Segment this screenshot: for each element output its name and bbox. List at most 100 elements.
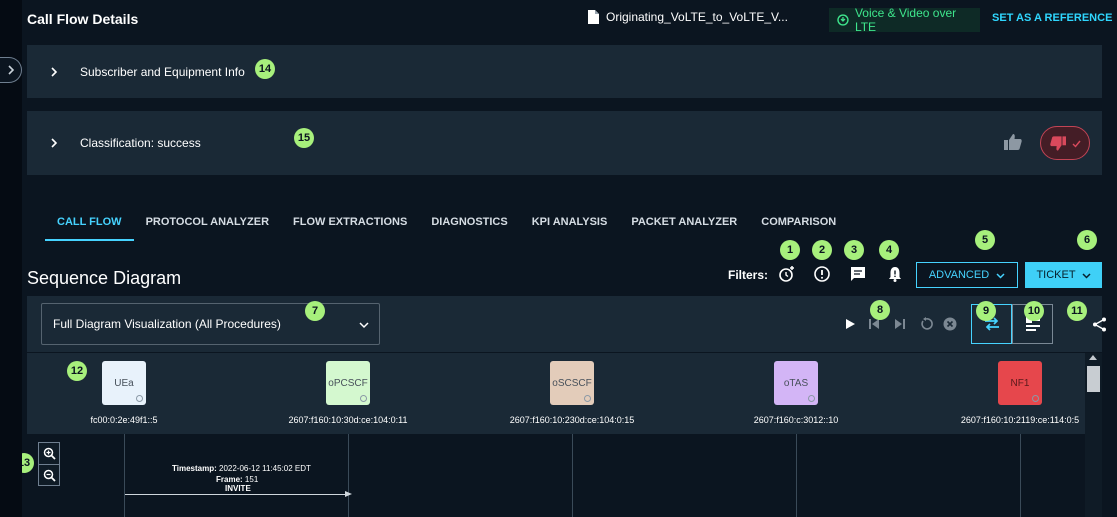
set-reference-link[interactable]: SET AS A REFERENCE	[992, 12, 1112, 24]
sidebar-expand-button[interactable]	[0, 57, 22, 83]
tab-flow-extractions[interactable]: FLOW EXTRACTIONS	[281, 206, 419, 241]
zoom-out-icon	[43, 469, 56, 482]
zoom-in-icon	[43, 447, 56, 460]
tab-kpi-analysis[interactable]: KPI ANALYSIS	[520, 206, 620, 241]
diagram-scrollbar[interactable]	[1085, 353, 1102, 517]
message-name[interactable]: INVITE	[225, 484, 251, 493]
subscriber-panel[interactable]: Subscriber and Equipment Info	[27, 45, 1102, 98]
lifeline	[348, 434, 349, 517]
message-timestamp: Timestamp: 2022-06-12 11:45:02 EDT	[172, 464, 311, 473]
checkmark-icon	[1072, 140, 1081, 148]
arrow-head-icon	[345, 491, 352, 497]
ticket-label: TICKET	[1036, 269, 1076, 281]
play-icon[interactable]	[843, 317, 857, 331]
annotation-badge: 15	[294, 128, 314, 148]
node-label: oTAS	[783, 377, 809, 389]
message-frame: Frame: 151	[216, 475, 258, 484]
info-icon	[360, 395, 367, 402]
file-name-label: Originating_VoLTE_to_VoLTE_V...	[606, 10, 788, 24]
sequence-diagram-canvas: Timestamp: 2022-06-12 11:45:02 EDT Frame…	[27, 434, 1085, 517]
advanced-dropdown-button[interactable]: ADVANCED	[916, 262, 1018, 288]
info-icon	[1032, 395, 1039, 402]
classification-panel[interactable]: Classification: success	[27, 111, 1102, 175]
node-label: UEa	[114, 377, 134, 389]
diagram-nodes-row: UEa fc00:0:2e:49f1::5 oPCSCF 2607:f160:1…	[27, 353, 1085, 434]
subscriber-panel-label: Subscriber and Equipment Info	[80, 64, 245, 79]
classification-panel-label: Classification: success	[80, 136, 201, 150]
chevron-right-icon	[51, 66, 58, 77]
annotation-badge: 9	[976, 301, 996, 321]
replay-icon[interactable]	[919, 317, 933, 331]
timestamp-label: Timestamp:	[172, 464, 217, 473]
comment-icon[interactable]	[849, 265, 867, 283]
annotation-badge: 7	[305, 301, 325, 321]
lifeline	[1020, 434, 1021, 517]
node-nf1[interactable]: NF1	[998, 361, 1042, 405]
node-ip: 2607:f160:c:3012::10	[753, 415, 839, 425]
technology-label: Voice & Video over LTE	[854, 6, 957, 34]
close-circle-icon[interactable]	[943, 317, 957, 331]
alert-circle-icon[interactable]	[813, 265, 831, 283]
filters-label: Filters:	[728, 268, 769, 282]
node-otas[interactable]: oTAS	[774, 361, 818, 405]
scroll-up-icon[interactable]	[1089, 355, 1097, 360]
zoom-controls	[38, 442, 60, 486]
frame-label: Frame:	[216, 475, 243, 484]
chevron-right-icon	[7, 65, 14, 75]
info-icon	[808, 395, 815, 402]
zoom-in-button[interactable]	[39, 443, 59, 464]
node-opcscf[interactable]: oPCSCF	[326, 361, 370, 405]
node-label: oPCSCF	[328, 377, 368, 389]
info-icon	[584, 395, 591, 402]
node-ip: 2607:f160:10:230d:ce:104:0:15	[509, 415, 635, 425]
annotation-badge: 2	[812, 240, 832, 260]
file-name[interactable]: Originating_VoLTE_to_VoLTE_V...	[588, 10, 788, 24]
lifeline	[572, 434, 573, 517]
chevron-down-icon	[359, 322, 369, 329]
wifi-calling-icon	[837, 14, 849, 26]
thumbs-up-icon[interactable]	[1004, 134, 1022, 150]
node-uea[interactable]: UEa	[102, 361, 146, 405]
share-icon[interactable]	[1092, 317, 1107, 332]
tab-packet-analyzer[interactable]: PACKET ANALYZER	[619, 206, 749, 241]
tab-call-flow[interactable]: CALL FLOW	[45, 206, 134, 241]
message-arrow[interactable]	[125, 494, 348, 495]
call-flow-details-page: Call Flow Details Originating_VoLTE_to_V…	[22, 0, 1117, 517]
skip-next-icon[interactable]	[893, 317, 907, 331]
bell-alert-icon[interactable]	[886, 265, 904, 283]
node-label: NF1	[1010, 377, 1030, 389]
annotation-badge: 10	[1024, 301, 1044, 321]
node-oscscf[interactable]: oSCSCF	[550, 361, 594, 405]
chevron-down-icon	[996, 272, 1005, 279]
visualization-select-value: Full Diagram Visualization (All Procedur…	[53, 317, 281, 331]
timer-add-icon[interactable]	[778, 265, 796, 283]
tab-diagnostics[interactable]: DIAGNOSTICS	[419, 206, 519, 241]
ticket-dropdown-button[interactable]: TICKET	[1025, 262, 1102, 288]
annotation-badge: 8	[870, 300, 890, 320]
zoom-out-button[interactable]	[39, 464, 59, 485]
annotation-badge: 6	[1077, 230, 1097, 250]
page-title: Call Flow Details	[27, 11, 139, 27]
tab-protocol-analyzer[interactable]: PROTOCOL ANALYZER	[134, 206, 281, 241]
visualization-select[interactable]: Full Diagram Visualization (All Procedur…	[41, 303, 380, 345]
tab-comparison[interactable]: COMPARISON	[749, 206, 848, 241]
info-icon	[136, 395, 143, 402]
chevron-down-icon	[1082, 272, 1091, 279]
lifeline	[124, 434, 125, 517]
annotation-badge: 11	[1067, 301, 1087, 321]
thumbs-down-button[interactable]	[1040, 126, 1090, 160]
node-ip: fc00:0:2e:49f1::5	[90, 415, 158, 425]
diagram-toolbar: Full Diagram Visualization (All Procedur…	[27, 296, 1106, 352]
annotation-badge: 12	[67, 361, 87, 381]
node-ip: 2607:f160:10:2119:ce:114:0:5	[960, 415, 1080, 425]
annotation-badge: 3	[844, 240, 864, 260]
advanced-label: ADVANCED	[928, 269, 990, 281]
annotation-badge: 14	[255, 59, 275, 79]
annotation-badge: 1	[780, 240, 800, 260]
lifeline	[796, 434, 797, 517]
file-icon	[588, 10, 599, 24]
timestamp-value: 2022-06-12 11:45:02 EDT	[219, 464, 311, 473]
view-tabs: CALL FLOW PROTOCOL ANALYZER FLOW EXTRACT…	[45, 206, 848, 241]
scroll-thumb[interactable]	[1087, 366, 1100, 392]
chevron-right-icon	[51, 138, 58, 148]
